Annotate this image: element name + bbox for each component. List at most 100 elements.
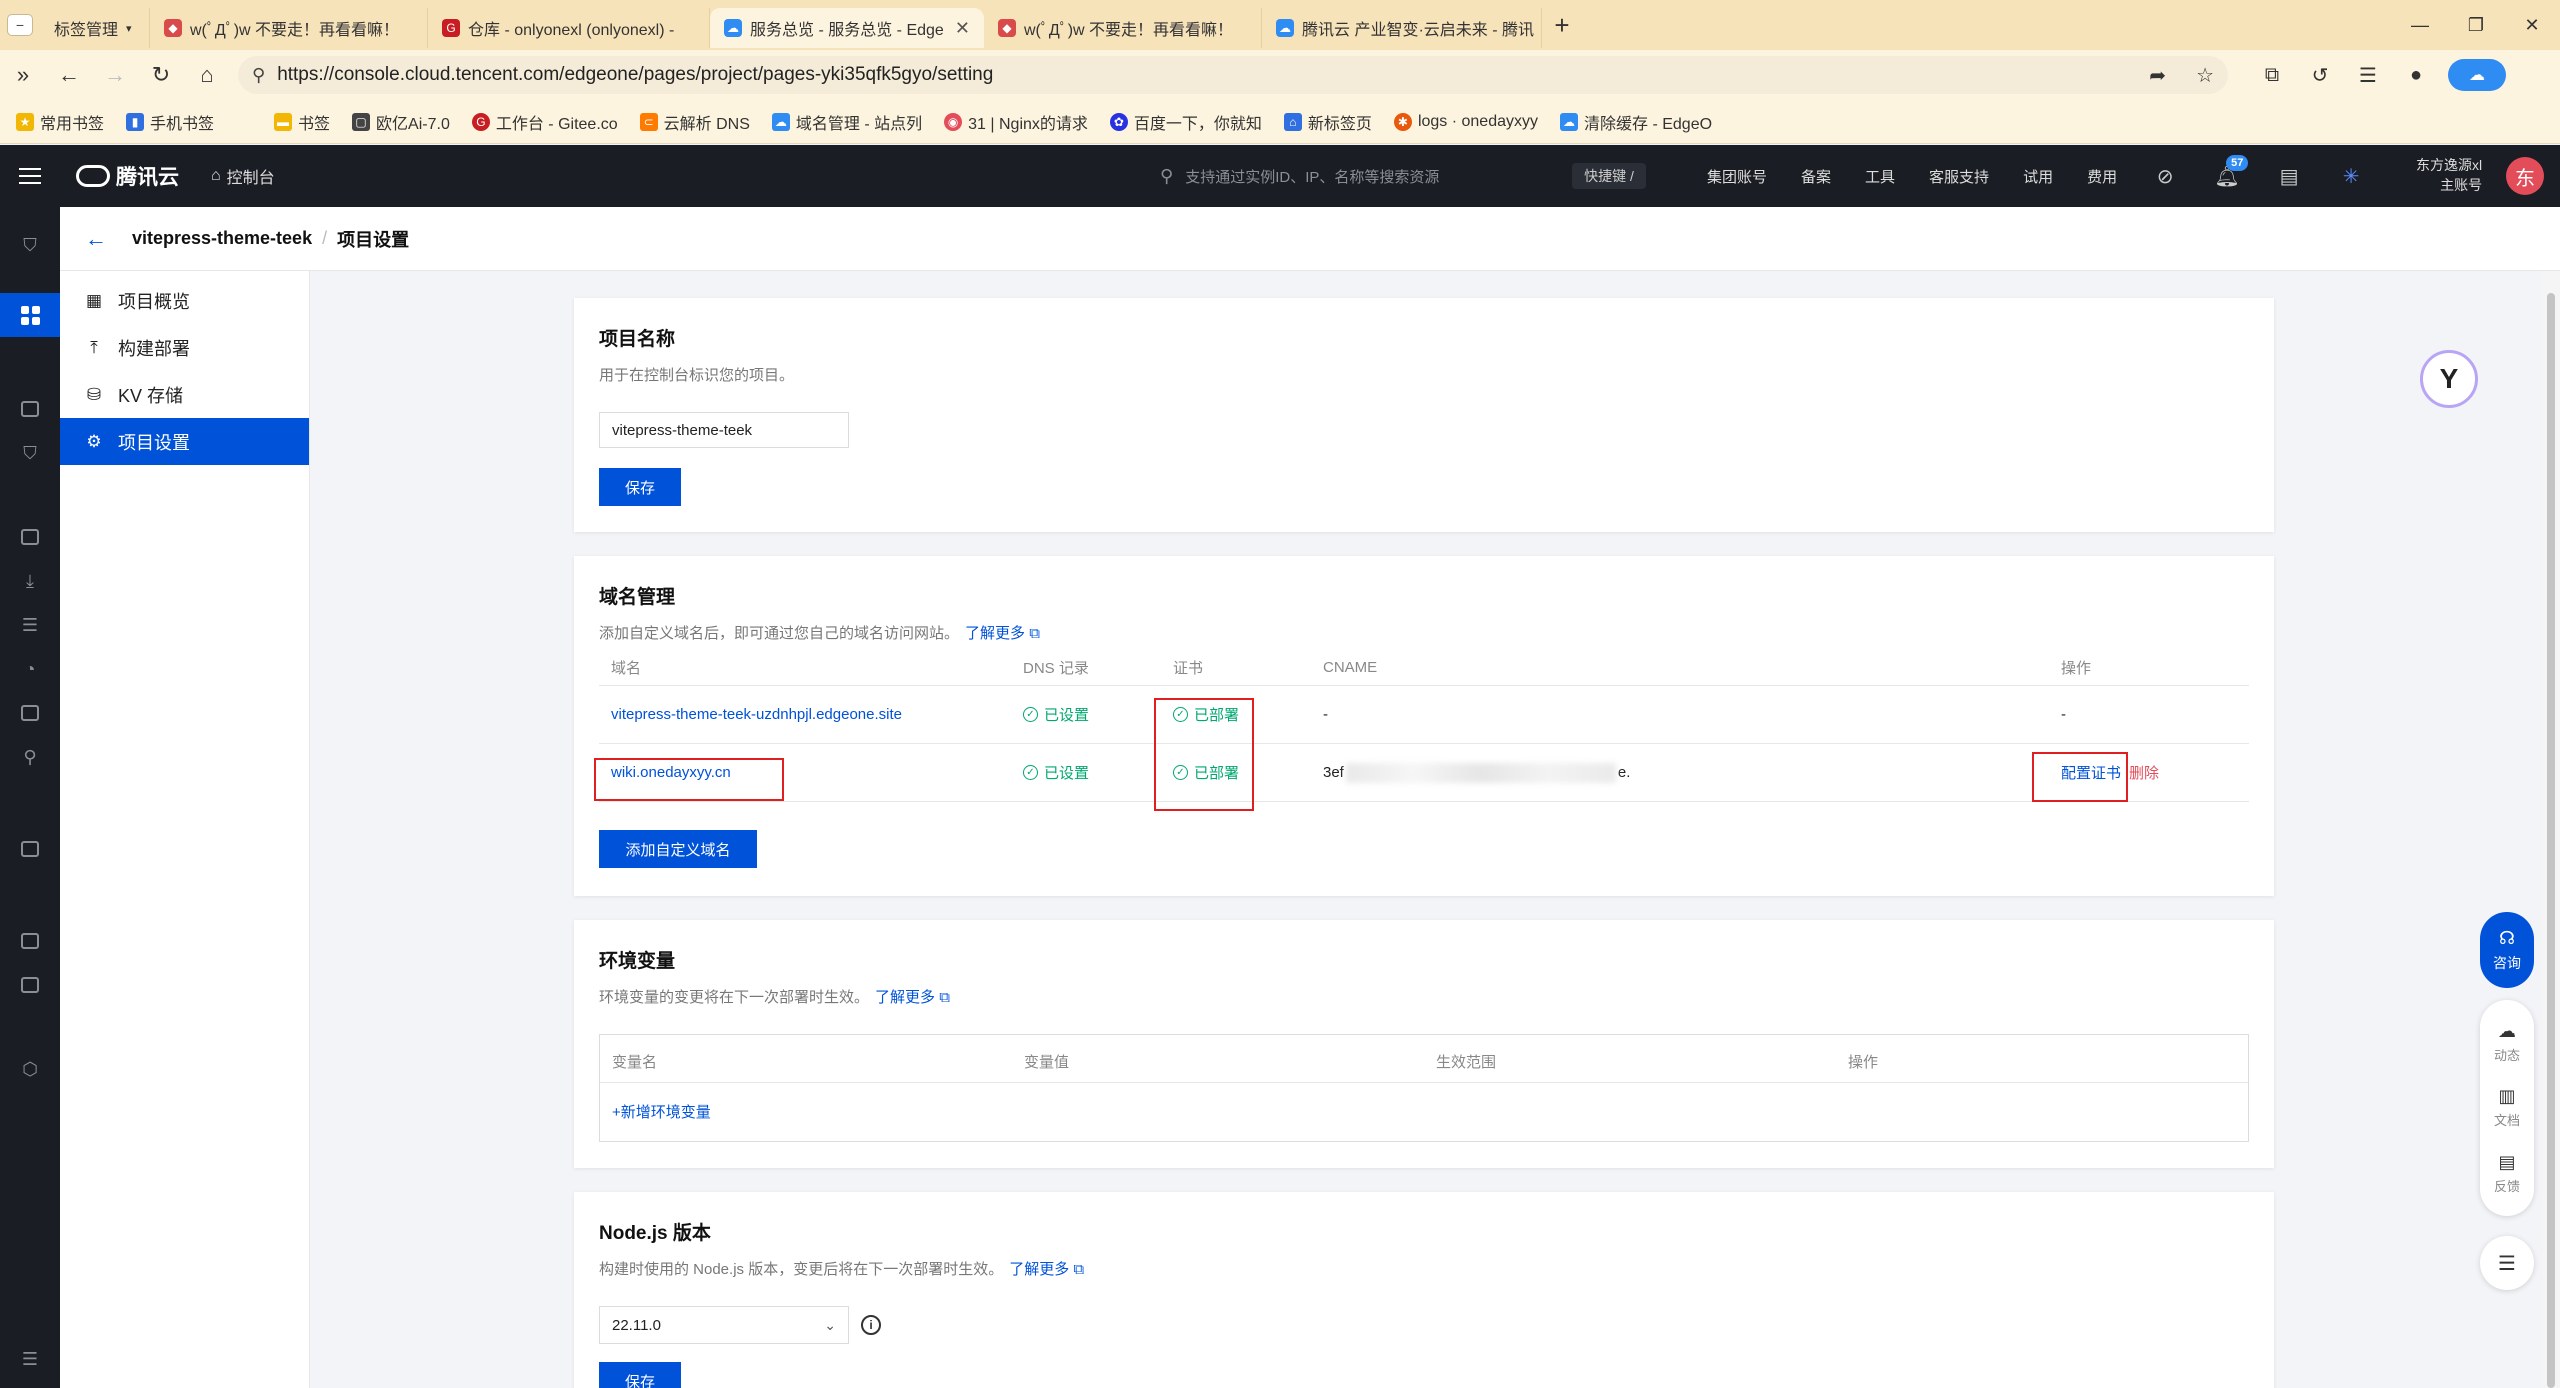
hamburger-menu-icon[interactable] xyxy=(0,145,60,207)
account-info[interactable]: 东方逸源xl 主账号 xyxy=(2416,155,2482,195)
tab-bookmark-manager[interactable]: 标签管理 ▾ xyxy=(40,8,150,48)
bookmark-item[interactable]: ☁ 清除缓存 - EdgeO xyxy=(1560,110,1712,134)
ai-assistant-icon[interactable]: ✳ xyxy=(2320,145,2382,207)
nav-icp[interactable]: 备案 xyxy=(1784,166,1848,187)
new-tab-button[interactable]: + xyxy=(1542,10,1582,41)
avatar[interactable]: 东 xyxy=(2506,157,2544,195)
gitee-icon: G xyxy=(471,112,490,131)
extensions-icon[interactable]: ⧉ xyxy=(2248,64,2296,87)
minimize-icon[interactable]: — xyxy=(2392,0,2448,50)
shield-icon[interactable]: ⛉ xyxy=(0,223,60,267)
tab-item[interactable]: ☁ 腾讯云 产业智变·云启未来 - 腾讯 xyxy=(1262,8,1542,48)
menu-icon[interactable]: ☰ xyxy=(2344,63,2392,88)
url-bar[interactable]: ⚲ https://console.cloud.tencent.com/edge… xyxy=(238,56,2228,94)
bookmark-item[interactable]: ✿ 百度一下，你就知 xyxy=(1109,110,1262,134)
share-icon[interactable]: ➦ xyxy=(2149,63,2166,88)
console-link[interactable]: ⌂ 控制台 xyxy=(211,164,275,188)
node-version-select[interactable]: 22.11.0 ⌄ xyxy=(599,1306,849,1344)
project-name-input[interactable] xyxy=(599,412,849,448)
bookmark-item[interactable]: ★ 常用书签 xyxy=(16,110,104,134)
download-icon[interactable]: ⤓ xyxy=(0,559,60,603)
tab-item[interactable]: ◆ w(ﾟДﾟ)w 不要走！再看看嘛！ xyxy=(150,8,428,48)
rules-icon[interactable]: ☰ xyxy=(0,603,60,647)
bookmark-item[interactable]: ▬ 书签 xyxy=(274,110,330,134)
bookmark-item[interactable]: ⊂ 云解析 DNS xyxy=(639,110,750,134)
list-menu-icon[interactable]: ☰ xyxy=(2480,1236,2534,1290)
nav-billing[interactable]: 费用 xyxy=(2070,166,2134,187)
message-icon[interactable]: ▤ xyxy=(2258,145,2320,207)
sidebar-toggle-icon[interactable]: » xyxy=(0,50,46,100)
search-icon[interactable]: ⚲ xyxy=(0,735,60,779)
nav-group-account[interactable]: 集团账号 xyxy=(1690,166,1784,187)
settings-icon[interactable]: ⬡ xyxy=(0,1047,60,1091)
image-icon[interactable] xyxy=(0,963,60,1007)
sidebar-item-deploy[interactable]: ⤒ 构建部署 xyxy=(60,324,309,371)
back-arrow-icon[interactable]: ← xyxy=(60,226,132,252)
news-button[interactable]: ☁ 动态 xyxy=(2494,1021,2520,1064)
breadcrumb-project[interactable]: vitepress-theme-teek xyxy=(132,228,312,249)
resource-search[interactable]: ⚲ 支持通过实例ID、IP、名称等搜索资源 xyxy=(1160,145,1439,207)
profile-icon[interactable]: ● xyxy=(2392,64,2440,87)
tab-item[interactable]: G 仓库 - onlyonexl (onlyonexl) - xyxy=(428,8,710,48)
bookmark-item[interactable]: ☁ 域名管理 - 站点列 xyxy=(771,110,922,134)
bookmark-item[interactable]: ▢ 欧亿Ai-7.0 xyxy=(352,110,450,134)
feedback-button[interactable]: ▤ 反馈 xyxy=(2494,1152,2520,1195)
tab-item[interactable]: ◆ w(ﾟДﾟ)w 不要走！再看看嘛！ xyxy=(984,8,1262,48)
speed-icon[interactable]: ◔ xyxy=(0,647,60,691)
bookmark-item[interactable]: ✱ logs · onedayxyy xyxy=(1393,112,1538,131)
security-icon[interactable]: ⛉ xyxy=(0,431,60,475)
ip-icon[interactable] xyxy=(0,691,60,735)
log-icon[interactable] xyxy=(0,919,60,963)
learn-more-link[interactable]: 了解更多 ⧉ xyxy=(1009,1261,1084,1278)
add-custom-domain-button[interactable]: 添加自定义域名 xyxy=(599,830,757,868)
bookmark-item[interactable]: G 工作台 - Gitee.co xyxy=(471,110,618,134)
bell-icon[interactable]: 🔔︎ 57 xyxy=(2196,145,2258,207)
agent-icon[interactable]: ⊘ xyxy=(2134,145,2196,207)
info-icon[interactable]: i xyxy=(861,1315,881,1335)
save-node-version-button[interactable]: 保存 xyxy=(599,1362,681,1388)
monitor-icon[interactable] xyxy=(0,387,60,431)
analytics-icon[interactable] xyxy=(0,515,60,559)
add-env-var-link[interactable]: +新增环境变量 xyxy=(612,1101,711,1122)
site-info-icon[interactable]: ⚲ xyxy=(252,65,265,86)
sidebar-item-settings[interactable]: ⚙ 项目设置 xyxy=(60,418,309,465)
tencent-cloud-logo-icon xyxy=(76,165,110,187)
bookmark-item[interactable]: ▮ 手机书签 xyxy=(126,110,214,134)
collapse-icon[interactable]: ☰ xyxy=(0,1337,60,1381)
delete-domain-link[interactable]: 删除 xyxy=(2129,744,2159,801)
learn-more-link[interactable]: 了解更多 ⧉ xyxy=(875,989,950,1006)
bookmark-item[interactable]: ⌂ 新标签页 xyxy=(1283,110,1372,134)
check-circle-icon: ✓ xyxy=(1023,765,1038,780)
star-icon[interactable]: ☆ xyxy=(2196,63,2214,88)
nav-tools[interactable]: 工具 xyxy=(1848,166,1912,187)
pages-icon[interactable] xyxy=(0,293,60,337)
sidebar-item-overview[interactable]: ▦ 项目概览 xyxy=(60,277,309,324)
tab-actions-button[interactable]: − xyxy=(0,5,40,45)
cname-suffix: e. xyxy=(1617,764,1631,781)
docs-button[interactable]: ▥ 文档 xyxy=(2494,1086,2520,1129)
bookmark-item[interactable]: ◉ 31 | Nginx的请求 xyxy=(944,110,1088,134)
save-project-name-button[interactable]: 保存 xyxy=(599,468,681,506)
certificate-icon[interactable] xyxy=(0,827,60,871)
close-window-icon[interactable]: ✕ xyxy=(2504,0,2560,50)
forward-icon[interactable]: → xyxy=(92,50,138,100)
assistant-logo-icon[interactable]: Y xyxy=(2420,350,2478,408)
domain-link[interactable]: vitepress-theme-teek-uzdnhpjl.edgeone.si… xyxy=(611,686,902,743)
reload-icon[interactable]: ↻ xyxy=(138,50,184,100)
scrollbar-thumb[interactable] xyxy=(2547,293,2555,1388)
nav-trial[interactable]: 试用 xyxy=(2006,166,2070,187)
nav-support[interactable]: 客服支持 xyxy=(1912,166,2006,187)
history-icon[interactable]: ↺ xyxy=(2296,63,2344,88)
sidebar-item-kv[interactable]: ⛁ KV 存储 xyxy=(60,371,309,418)
page-scrollbar[interactable] xyxy=(2542,271,2560,1388)
back-icon[interactable]: ← xyxy=(46,50,92,100)
consult-button[interactable]: ☊ 咨询 xyxy=(2480,912,2534,988)
highlight-box xyxy=(594,758,784,801)
brand-logo[interactable]: 腾讯云 xyxy=(76,161,179,191)
learn-more-link[interactable]: 了解更多 ⧉ xyxy=(965,625,1040,642)
cloud-sync-button[interactable]: ☁ xyxy=(2448,59,2506,91)
home-icon[interactable]: ⌂ xyxy=(184,50,230,100)
close-icon[interactable]: ✕ xyxy=(955,18,970,39)
tab-item-active[interactable]: ☁ 服务总览 - 服务总览 - EdgeO ✕ xyxy=(710,8,984,48)
restore-icon[interactable]: ❐ xyxy=(2448,0,2504,50)
